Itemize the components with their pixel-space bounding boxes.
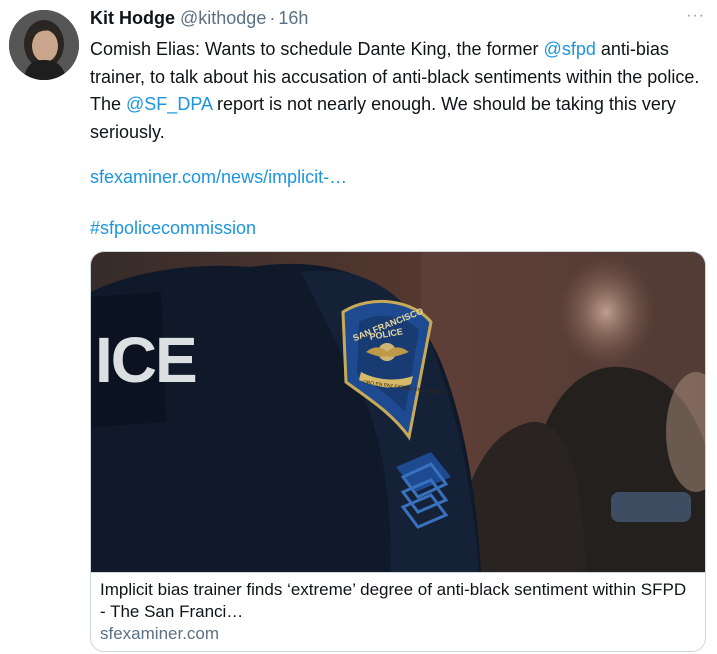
hashtag-sfpolicecommission[interactable]: #sfpolicecommission — [90, 218, 256, 238]
tweet-link-line: sfexaminer.com/news/implicit-… — [90, 164, 347, 191]
tweet-hashtag-line: #sfpolicecommission — [90, 215, 256, 242]
card-domain: sfexaminer.com — [100, 624, 220, 643]
tweet: Kit Hodge @kithodge · 16h ··· Comish Eli… — [0, 0, 717, 654]
card-image[interactable]: ICE SAN FRANCISCO POLICE ORO EN PAZ FIER… — [91, 252, 705, 572]
article-link[interactable]: sfexaminer.com/news/implicit-… — [90, 167, 347, 187]
tweet-header: Kit Hodge @kithodge · 16h — [90, 8, 308, 32]
more-options-icon[interactable]: ··· — [686, 6, 710, 26]
card-text[interactable]: Implicit bias trainer finds ‘extreme’ de… — [91, 572, 705, 651]
avatar-photo — [9, 10, 79, 80]
separator-dot: · — [269, 8, 276, 28]
mention-sf-dpa[interactable]: @SF_DPA — [126, 94, 212, 114]
avatar[interactable] — [9, 10, 79, 80]
card-title[interactable]: Implicit bias trainer finds ‘extreme’ de… — [100, 579, 695, 623]
police-officer-photo: ICE SAN FRANCISCO POLICE ORO EN PAZ FIER… — [91, 252, 705, 572]
timestamp[interactable]: 16h — [278, 8, 308, 29]
tweet-text: Comish Elias: Wants to schedule Dante Ki… — [90, 36, 710, 146]
link-preview-card[interactable]: ICE SAN FRANCISCO POLICE ORO EN PAZ FIER… — [90, 251, 706, 652]
author-handle[interactable]: @kithodge — [180, 8, 266, 29]
tweet-text-part-1: Comish Elias: Wants to schedule Dante Ki… — [90, 39, 544, 59]
mention-sfpd[interactable]: @sfpd — [544, 39, 596, 59]
author-name[interactable]: Kit Hodge — [90, 8, 175, 29]
